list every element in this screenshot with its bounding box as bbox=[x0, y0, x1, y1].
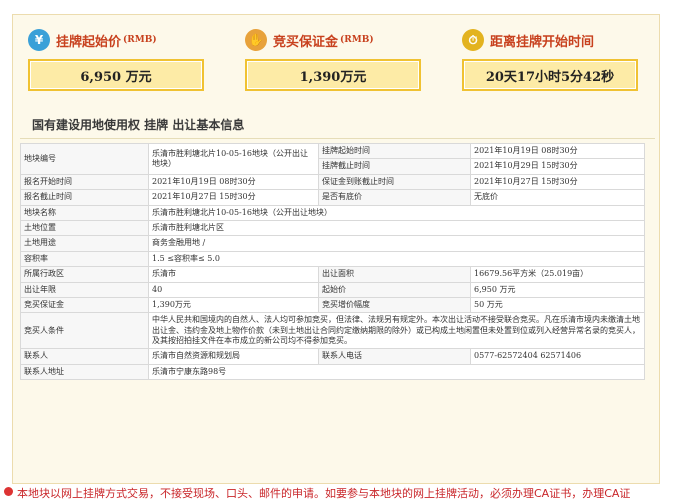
field-label: 起始价 bbox=[318, 281, 471, 298]
field-label: 竞买保证金 bbox=[20, 296, 149, 314]
field-value: 商务金融用地 / bbox=[148, 235, 645, 252]
stopwatch-icon: ⏱ bbox=[462, 29, 484, 51]
table-row: 联系人 乐清市自然资源和规划局 联系人电话 0577-62572404 6257… bbox=[20, 348, 645, 365]
field-label: 联系人电话 bbox=[318, 348, 471, 365]
countdown-value: 20天17小时5分42秒 bbox=[462, 59, 638, 91]
land-info-table: 地块编号 乐清市胜利塘北片10-05-16地块（公开出让地块） 挂牌起始时间 2… bbox=[20, 142, 645, 381]
field-value: 乐清市宁康东路98号 bbox=[148, 363, 645, 381]
field-label: 报名截止时间 bbox=[20, 189, 149, 206]
table-row: 联系人地址 乐清市宁康东路98号 bbox=[20, 363, 645, 381]
field-value: 2021年10月27日 15时30分 bbox=[148, 189, 319, 206]
stat-label: 距离挂牌开始时间 bbox=[490, 34, 595, 50]
table-row: 容积率 1.5 ≤容积率≤ 5.0 bbox=[20, 250, 645, 268]
table-row: 竞买人条件 中华人民共和国境内的自然人、法人均可参加竞买，但法律、法规另有规定外… bbox=[20, 312, 645, 350]
field-label: 报名开始时间 bbox=[20, 173, 149, 191]
field-value: 40 bbox=[148, 281, 319, 298]
field-label: 竞买增价幅度 bbox=[318, 296, 471, 314]
table-row: 土地用途 商务金融用地 / bbox=[20, 235, 645, 252]
field-value: 2021年10月19日 08时30分 bbox=[470, 142, 645, 160]
stat-label: 挂牌起始价 bbox=[56, 34, 122, 50]
field-label: 联系人地址 bbox=[20, 363, 149, 381]
deposit-value: 1,390万元 bbox=[245, 59, 421, 91]
section-title: 国有建设用地使用权 挂牌 出让基本信息 bbox=[32, 118, 245, 132]
stat-unit: (RMB) bbox=[340, 35, 374, 45]
stat-label: 竞买保证金 bbox=[273, 34, 339, 50]
table-row: 竞买保证金 1,390万元 竞买增价幅度 50 万元 bbox=[20, 296, 645, 314]
field-label: 土地用途 bbox=[20, 235, 149, 252]
field-value: 6,950 万元 bbox=[470, 281, 645, 298]
table-row: 报名开始时间 2021年10月19日 08时30分 保证金到账截止时间 2021… bbox=[20, 173, 645, 191]
field-value: 乐清市胜利塘北片10-05-16地块（公开出让地块） bbox=[148, 143, 319, 175]
divider bbox=[20, 138, 655, 139]
field-value: 乐清市 bbox=[148, 266, 319, 283]
deposit-stat: ✋ 竞买保证金 (RMB) 1,390万元 bbox=[245, 29, 421, 91]
table-row: 所属行政区 乐清市 出让面积 16679.56平方米（25.019亩） bbox=[20, 266, 645, 283]
field-label: 是否有底价 bbox=[318, 189, 471, 206]
field-label: 保证金到账截止时间 bbox=[318, 173, 471, 191]
field-value: 中华人民共和国境内的自然人、法人均可参加竞买，但法律、法规另有规定外。本次出让活… bbox=[148, 312, 645, 350]
field-label: 出让面积 bbox=[318, 266, 471, 283]
field-label: 土地位置 bbox=[20, 219, 149, 237]
table-row: 报名截止时间 2021年10月27日 15时30分 是否有底价 无底价 bbox=[20, 189, 645, 206]
field-label: 容积率 bbox=[20, 250, 149, 268]
table-row: 地块名称 乐清市胜利塘北片10-05-16地块（公开出让地块） bbox=[20, 204, 645, 221]
field-value: 无底价 bbox=[470, 189, 645, 206]
start-price-value: 6,950 万元 bbox=[28, 59, 204, 91]
field-label: 地块名称 bbox=[20, 204, 149, 221]
field-value: 乐清市自然资源和规划局 bbox=[148, 348, 319, 365]
field-value: 乐清市胜利塘北片区 bbox=[148, 219, 645, 237]
field-label: 出让年限 bbox=[20, 281, 149, 298]
field-value: 2021年10月29日 15时30分 bbox=[470, 158, 645, 175]
notice-bar: 本地块以网上挂牌方式交易，不接受现场、口头、邮件的申请。如要参与本地块的网上挂牌… bbox=[0, 485, 675, 499]
field-value: 1.5 ≤容积率≤ 5.0 bbox=[148, 250, 645, 268]
table-row: 土地位置 乐清市胜利塘北片区 bbox=[20, 219, 645, 237]
countdown-stat: ⏱ 距离挂牌开始时间 20天17小时5分42秒 bbox=[462, 29, 638, 91]
field-label: 竞买人条件 bbox=[20, 312, 149, 350]
field-label: 挂牌截止时间 bbox=[318, 158, 471, 175]
field-value: 乐清市胜利塘北片10-05-16地块（公开出让地块） bbox=[148, 204, 645, 221]
field-value: 1,390万元 bbox=[148, 296, 319, 314]
field-value: 50 万元 bbox=[470, 296, 645, 314]
field-label: 所属行政区 bbox=[20, 266, 149, 283]
field-label: 地块编号 bbox=[20, 143, 149, 175]
hand-coin-icon: ✋ bbox=[245, 29, 267, 51]
field-label: 联系人 bbox=[20, 348, 149, 365]
field-value: 16679.56平方米（25.019亩） bbox=[470, 266, 645, 283]
field-value: 2021年10月19日 08时30分 bbox=[148, 173, 319, 191]
start-price-stat: ¥ 挂牌起始价 (RMB) 6,950 万元 bbox=[28, 29, 204, 91]
alert-dot-icon bbox=[4, 487, 13, 496]
field-value: 0577-62572404 62571406 bbox=[470, 348, 645, 365]
notice-text: 本地块以网上挂牌方式交易，不接受现场、口头、邮件的申请。如要参与本地块的网上挂牌… bbox=[17, 487, 631, 499]
money-icon: ¥ bbox=[28, 29, 50, 51]
table-row: 出让年限 40 起始价 6,950 万元 bbox=[20, 281, 645, 298]
field-value: 2021年10月27日 15时30分 bbox=[470, 173, 645, 191]
table-row: 地块编号 乐清市胜利塘北片10-05-16地块（公开出让地块） 挂牌起始时间 2… bbox=[20, 142, 645, 175]
field-label: 挂牌起始时间 bbox=[318, 142, 471, 160]
stat-unit: (RMB) bbox=[123, 35, 157, 45]
